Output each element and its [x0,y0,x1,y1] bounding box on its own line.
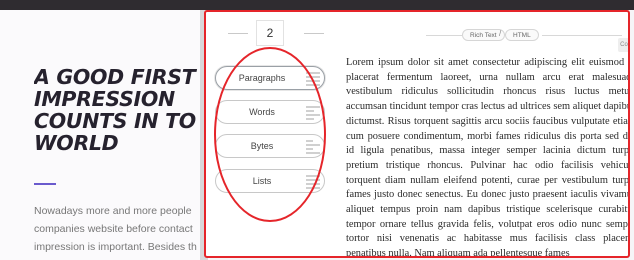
hero-body-text: Nowadays more and more people companies … [34,202,204,256]
hero-line: IMPRESSION [34,87,175,111]
body-line: impression is important. Besides th [34,241,197,253]
hero-heading: A GOOD FIRST IMPRESSION COUNTS IN TO WOR… [34,66,206,154]
generated-lorem-text: Lorem ipsum dolor sit amet consectetur a… [346,57,630,258]
red-annotation-circle [214,47,326,222]
copy-tab[interactable]: Co [618,38,628,52]
browser-top-bar [0,0,634,10]
format-divider [542,35,622,36]
counter-decrement-dash[interactable] [228,33,248,34]
format-html[interactable]: HTML [505,29,539,41]
format-divider [426,35,462,36]
background-webpage: A GOOD FIRST IMPRESSION COUNTS IN TO WOR… [0,10,210,260]
body-line: Nowadays more and more people [34,205,192,217]
paragraph-count-input[interactable]: 2 [256,20,284,46]
format-separator: / [499,29,502,38]
body-line: companies website before contact [34,223,193,235]
hero-line: COUNTS IN TO [34,109,196,133]
hero-line: A GOOD FIRST [34,66,196,89]
lorem-generator-panel: 2 Paragraphs Words Bytes Lists Rich Text… [204,10,630,258]
hero-line: WORLD [34,131,119,154]
counter-increment-dash[interactable] [304,33,324,34]
accent-divider [34,183,56,185]
